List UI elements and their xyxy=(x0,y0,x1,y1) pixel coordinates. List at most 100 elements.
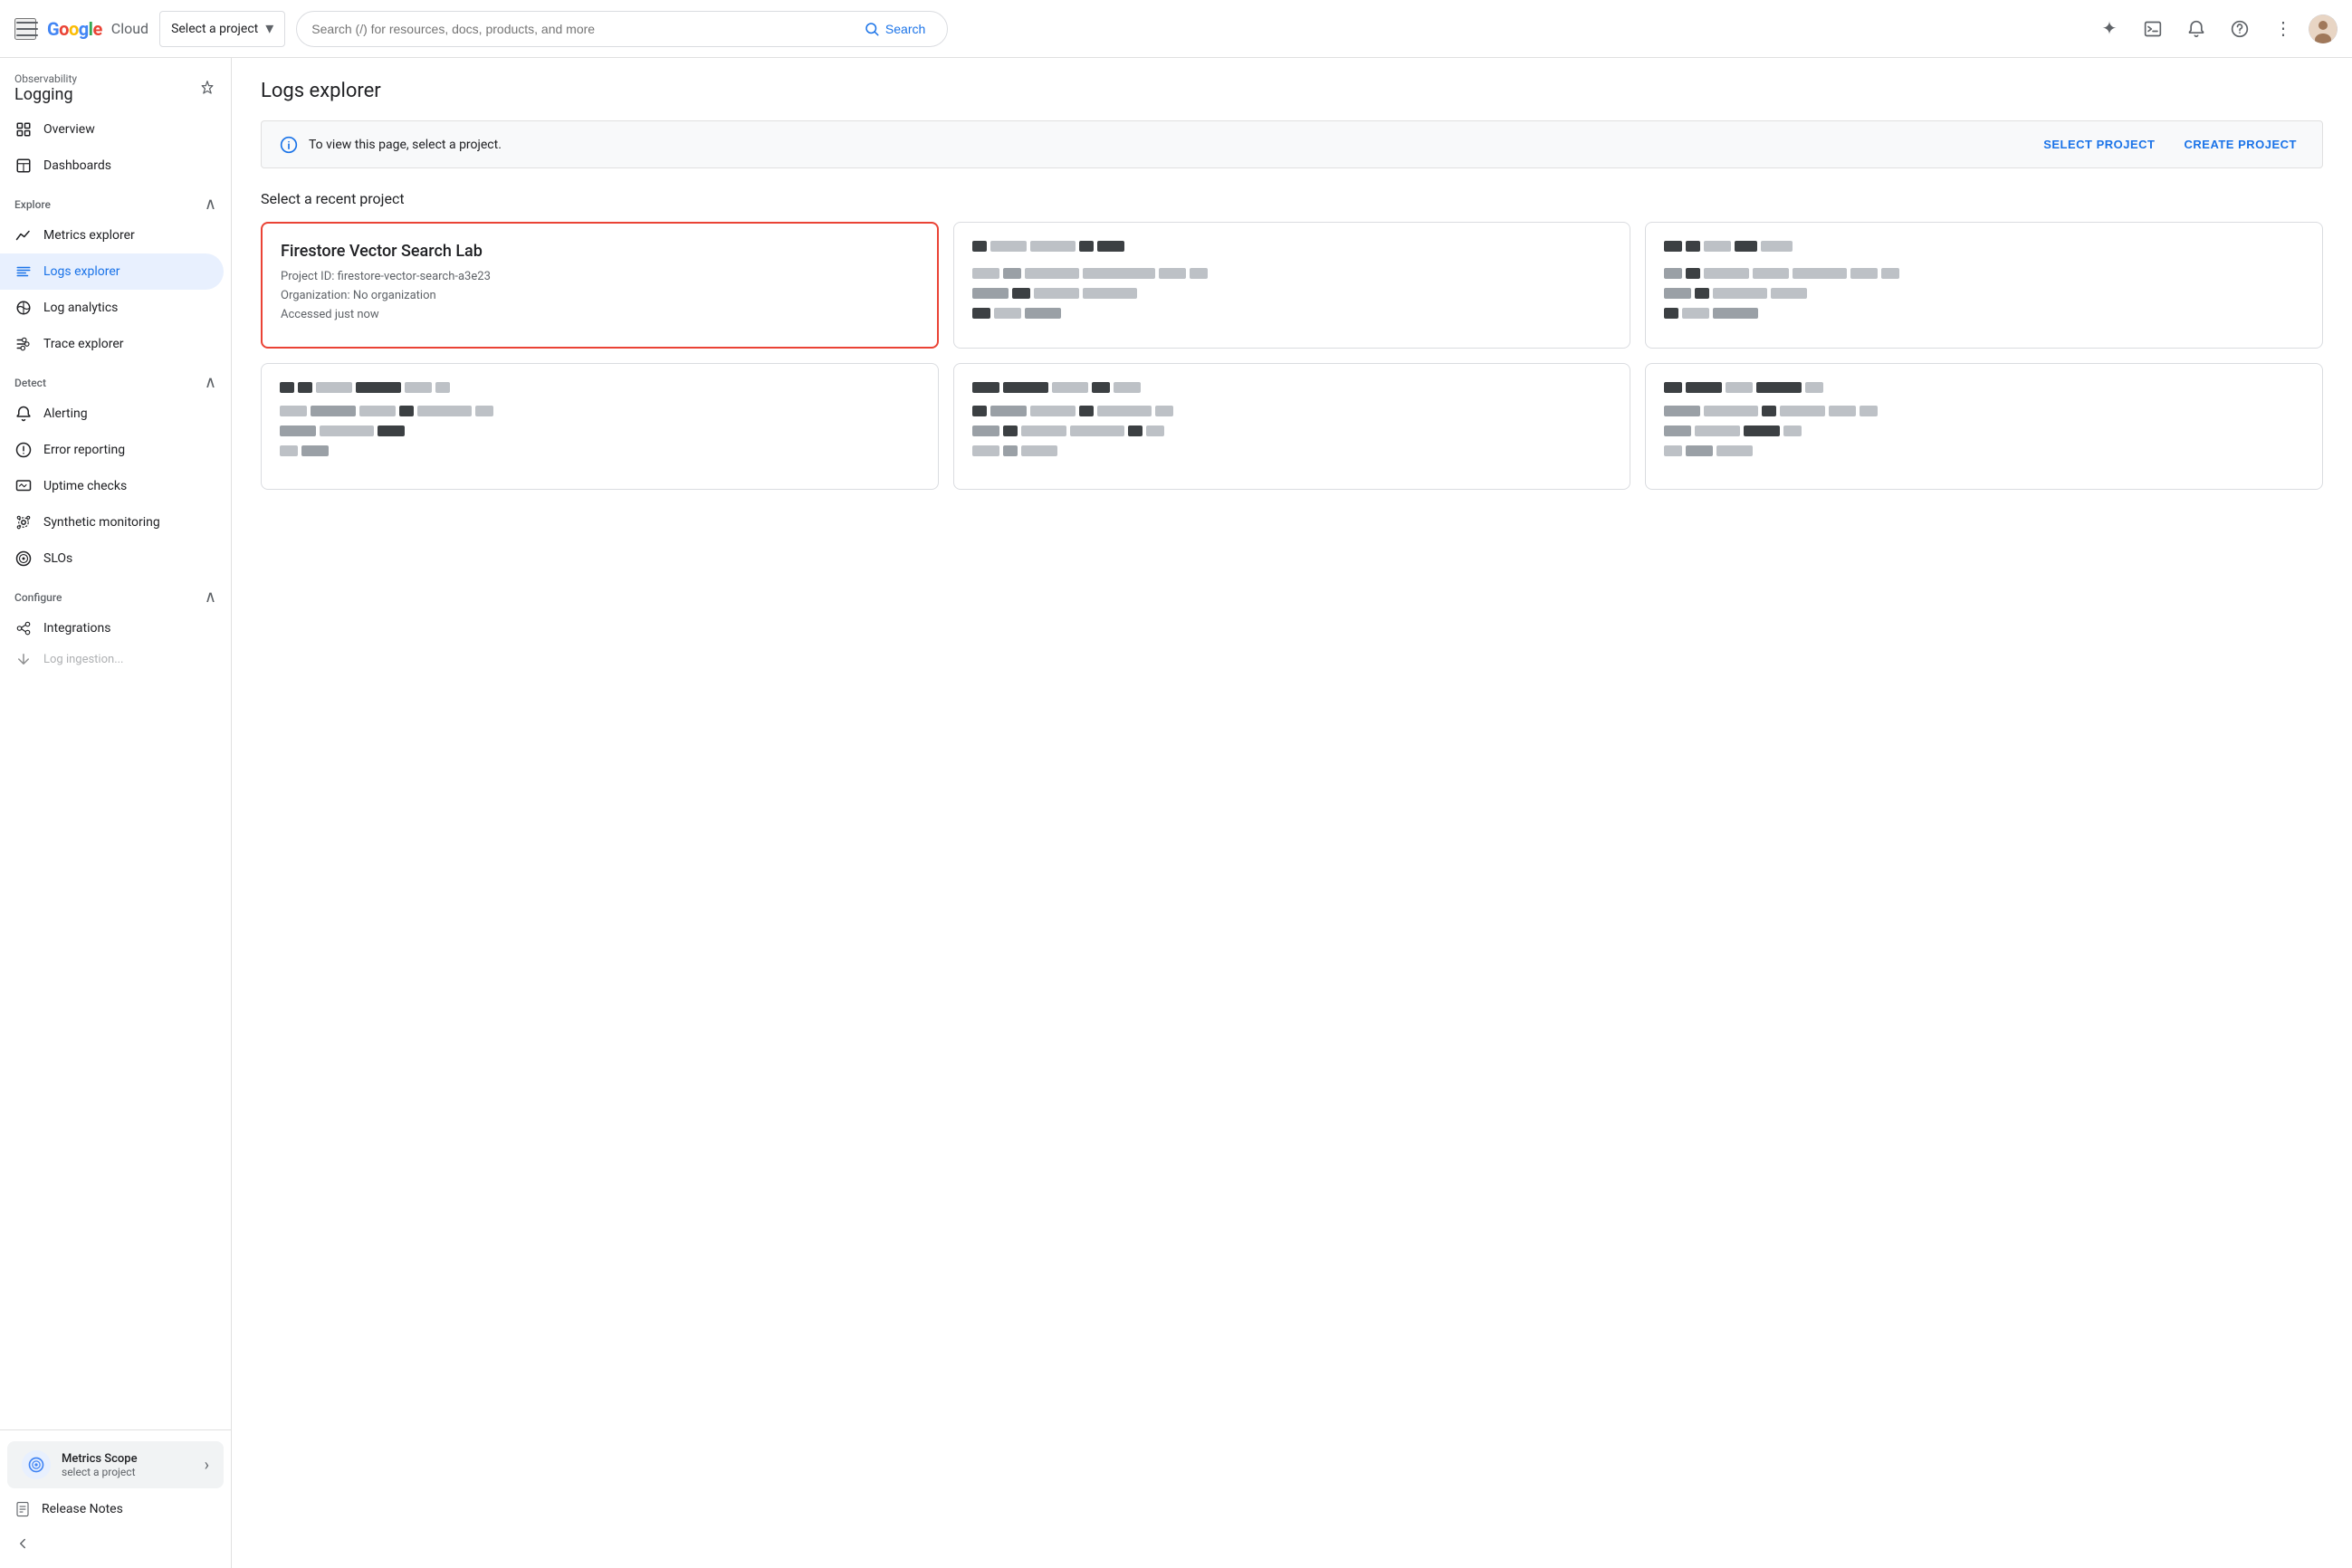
help-button[interactable] xyxy=(2222,11,2258,47)
sidebar-item-alerting[interactable]: Alerting xyxy=(0,396,224,432)
info-banner-left: To view this page, select a project. xyxy=(280,136,502,154)
sidebar-item-label: Uptime checks xyxy=(43,479,127,493)
select-project-button[interactable]: SELECT PROJECT xyxy=(2036,134,2162,155)
sidebar-item-overview[interactable]: Overview xyxy=(0,111,224,148)
sidebar: Observability Logging xyxy=(0,58,232,1568)
more-options-button[interactable]: ⋮ xyxy=(2265,11,2301,47)
sidebar-item-label: Dashboards xyxy=(43,158,111,173)
sidebar-item-log-analytics[interactable]: Log analytics xyxy=(0,290,224,326)
sidebar-item-label: Synthetic monitoring xyxy=(43,515,160,530)
sidebar-item-metrics-explorer[interactable]: Metrics explorer xyxy=(0,217,224,253)
log-analytics-icon xyxy=(14,299,33,317)
release-notes-icon xyxy=(14,1501,31,1517)
sidebar-item-slos[interactable]: SLOs xyxy=(0,540,224,577)
help-icon xyxy=(2231,20,2249,38)
pin-icon xyxy=(198,80,216,98)
metrics-scope-chevron-icon: › xyxy=(205,1456,209,1475)
sidebar-item-trace-explorer[interactable]: Trace explorer xyxy=(0,326,224,362)
sidebar-header: Observability Logging xyxy=(0,58,231,111)
app-info: Observability Logging xyxy=(14,72,77,104)
project-card-detail: Project ID: firestore-vector-search-a3e2… xyxy=(281,268,919,324)
avatar-image xyxy=(2309,14,2338,43)
google-cloud-logo[interactable]: Google Google Cloud Cloud xyxy=(47,18,148,40)
user-avatar[interactable] xyxy=(2309,14,2338,43)
sidebar-item-release-notes[interactable]: Release Notes xyxy=(0,1492,231,1526)
sidebar-bottom: Metrics Scope select a project › Relea xyxy=(0,1429,231,1568)
release-notes-label: Release Notes xyxy=(42,1502,123,1516)
bell-icon xyxy=(2187,20,2205,38)
integrations-icon xyxy=(14,619,33,637)
alerting-icon xyxy=(14,405,33,423)
search-input[interactable] xyxy=(311,22,849,36)
explore-chevron-icon: ∧ xyxy=(205,195,216,214)
dashboards-icon xyxy=(14,157,33,175)
projects-section-title: Select a recent project xyxy=(261,190,2323,207)
chevron-down-icon: ▾ xyxy=(265,19,273,38)
sidebar-item-label: Logs explorer xyxy=(43,264,120,279)
trace-icon xyxy=(14,335,33,353)
gemini-button[interactable]: ✦ xyxy=(2091,11,2127,47)
synthetic-icon xyxy=(14,513,33,531)
overview-icon xyxy=(14,120,33,139)
sidebar-item-log-ingestion[interactable]: Log ingestion... xyxy=(0,646,224,672)
metrics-scope-title: Metrics Scope xyxy=(62,1452,138,1466)
cloud-shell-button[interactable] xyxy=(2135,11,2171,47)
sidebar-item-label: Integrations xyxy=(43,621,110,636)
configure-chevron-icon: ∧ xyxy=(205,588,216,607)
project-card-3[interactable] xyxy=(1645,222,2323,349)
sidebar-item-dashboards[interactable]: Dashboards xyxy=(0,148,224,184)
main-content: Logs explorer To view this page, select … xyxy=(232,58,2352,1568)
metrics-scope-left: Metrics Scope select a project xyxy=(22,1450,138,1479)
detect-section-label: Detect xyxy=(14,377,46,389)
metrics-scope-item[interactable]: Metrics Scope select a project › xyxy=(7,1441,224,1488)
project-card-5[interactable] xyxy=(953,363,1631,490)
projects-grid: Firestore Vector Search Lab Project ID: … xyxy=(261,222,2323,490)
info-banner-message: To view this page, select a project. xyxy=(309,138,502,152)
log-ingestion-icon xyxy=(14,650,33,668)
sidebar-item-logs-explorer[interactable]: Logs explorer xyxy=(0,253,224,290)
sidebar-item-label: Error reporting xyxy=(43,443,125,457)
metrics-icon xyxy=(14,226,33,244)
project-card-6[interactable] xyxy=(1645,363,2323,490)
sidebar-navigation: Overview Dashboards Explore ∧ xyxy=(0,111,231,1429)
pin-sidebar-button[interactable] xyxy=(198,80,216,98)
sidebar-item-label: Metrics explorer xyxy=(43,228,135,243)
info-banner: To view this page, select a project. SEL… xyxy=(261,120,2323,168)
uptime-icon xyxy=(14,477,33,495)
info-icon xyxy=(280,136,298,154)
create-project-button[interactable]: CREATE PROJECT xyxy=(2177,134,2305,155)
error-icon xyxy=(14,441,33,459)
sidebar-item-label: SLOs xyxy=(43,551,72,566)
project-card-featured[interactable]: Firestore Vector Search Lab Project ID: … xyxy=(261,222,939,349)
detect-chevron-icon: ∧ xyxy=(205,373,216,392)
configure-section-header[interactable]: Configure ∧ xyxy=(0,577,231,610)
search-icon xyxy=(864,21,880,37)
explore-section-header[interactable]: Explore ∧ xyxy=(0,184,231,217)
info-banner-actions: SELECT PROJECT CREATE PROJECT xyxy=(2036,134,2304,155)
metrics-scope-subtitle: select a project xyxy=(62,1466,138,1478)
logs-icon xyxy=(14,263,33,281)
metrics-scope-icon xyxy=(22,1450,51,1479)
sidebar-item-uptime-checks[interactable]: Uptime checks xyxy=(0,468,224,504)
collapse-sidebar-button[interactable] xyxy=(0,1526,231,1561)
search-button[interactable]: Search xyxy=(856,17,932,41)
detect-section-header[interactable]: Detect ∧ xyxy=(0,362,231,396)
explore-section-label: Explore xyxy=(14,198,51,211)
nav-icons: ✦ ⋮ xyxy=(2091,11,2338,47)
sidebar-item-synthetic-monitoring[interactable]: Synthetic monitoring xyxy=(0,504,224,540)
top-navigation: Google Google Cloud Cloud Select a proje… xyxy=(0,0,2352,58)
project-selector[interactable]: Select a project ▾ xyxy=(159,11,285,47)
app-parent: Observability xyxy=(14,72,77,85)
sidebar-item-error-reporting[interactable]: Error reporting xyxy=(0,432,224,468)
sidebar-item-integrations[interactable]: Integrations xyxy=(0,610,224,646)
app-name: Logging xyxy=(14,85,77,104)
search-bar: Search xyxy=(296,11,948,47)
project-card-4[interactable] xyxy=(261,363,939,490)
sidebar-item-label: Log analytics xyxy=(43,301,118,315)
sidebar-item-label: Overview xyxy=(43,122,95,137)
project-card-2[interactable] xyxy=(953,222,1631,349)
hamburger-menu[interactable] xyxy=(14,18,36,40)
slo-icon xyxy=(14,550,33,568)
notifications-button[interactable] xyxy=(2178,11,2214,47)
sidebar-item-label: Log ingestion... xyxy=(43,653,123,666)
